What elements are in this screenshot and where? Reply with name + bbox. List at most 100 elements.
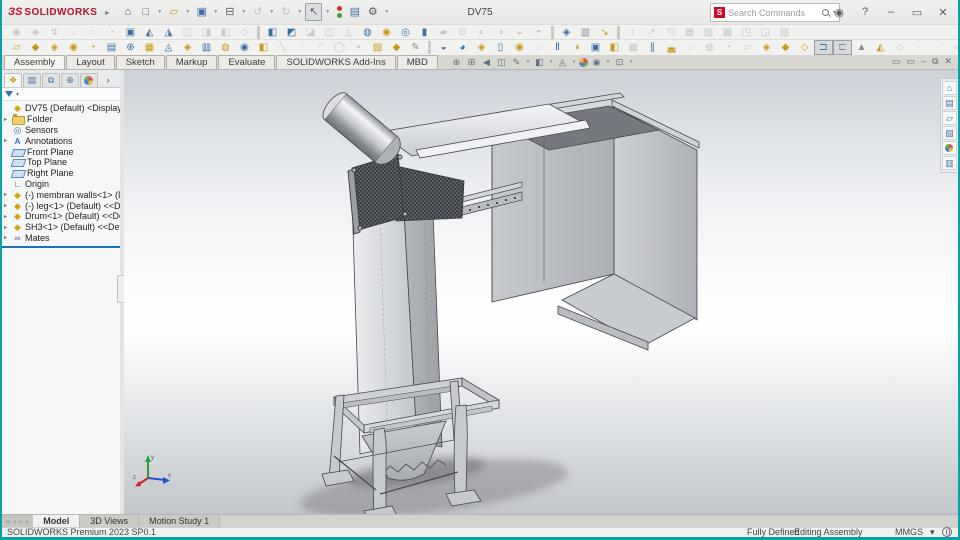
dimxpertmanager-tab-icon[interactable]: ⊕ — [61, 73, 79, 87]
tool-icon[interactable]: ▨ — [368, 40, 387, 55]
command-tab[interactable]: MBD — [397, 55, 438, 69]
tool-icon[interactable]: ◦ — [349, 40, 368, 55]
dropdown-caret[interactable]: ▾ — [628, 56, 634, 68]
tool-icon[interactable]: ⊐ — [814, 40, 833, 55]
close-button[interactable]: ✕ — [932, 6, 954, 19]
tool-icon[interactable]: ◇ — [795, 40, 814, 55]
dropdown-caret[interactable]: ▾ — [267, 3, 276, 21]
command-tab[interactable]: Assembly — [4, 55, 65, 69]
tool-icon[interactable]: ✎ — [406, 40, 425, 55]
taskpane-custom-properties-icon[interactable]: ▥ — [942, 156, 957, 170]
tool-icon[interactable]: ◌ — [83, 25, 102, 40]
units-label[interactable]: MMGS — [895, 527, 923, 537]
tool-icon[interactable]: ◔ — [719, 40, 738, 55]
pane-tabs-overflow-icon[interactable]: › — [99, 73, 117, 87]
file-properties-icon[interactable]: ▤ — [346, 3, 363, 21]
tool-icon[interactable]: ▯ — [491, 40, 510, 55]
tool-icon[interactable]: ╲ — [273, 40, 292, 55]
cad-model[interactable] — [124, 70, 958, 515]
tool-icon[interactable]: ↯ — [45, 25, 64, 40]
tool-icon[interactable]: ∥ — [643, 40, 662, 55]
tool-icon[interactable]: ◫ — [320, 25, 339, 40]
tree-filter-row[interactable]: ▾ — [2, 88, 120, 101]
tool-icon[interactable]: ◉ — [377, 25, 396, 40]
tool-icon[interactable]: ◧ — [254, 40, 273, 55]
configurationmanager-tab-icon[interactable]: ⧉ — [42, 73, 60, 87]
zoom-to-fit-icon[interactable]: ⊕ — [450, 56, 463, 68]
tool-icon[interactable]: · — [909, 40, 928, 55]
tool-icon[interactable]: ◜ — [311, 40, 330, 55]
tool-icon[interactable]: ◔ — [83, 40, 102, 55]
displaymanager-tab-icon[interactable] — [80, 73, 98, 87]
search-box[interactable]: S Search Commands ▾ — [710, 3, 840, 22]
doc-minimize-icon[interactable]: – — [921, 56, 926, 67]
tool-icon[interactable]: ⊏ — [833, 40, 852, 55]
tool-icon[interactable] — [257, 26, 260, 39]
tool-icon[interactable]: ⊖ — [453, 25, 472, 40]
dropdown-caret[interactable]: ▾ — [525, 56, 531, 68]
dropdown-caret[interactable]: ▾ — [571, 56, 577, 68]
tool-icon[interactable]: ▤ — [102, 40, 121, 55]
tool-icon[interactable] — [428, 41, 431, 54]
tool-icon[interactable]: ◌ — [529, 40, 548, 55]
dropdown-caret[interactable]: ▾ — [211, 3, 220, 21]
rebuild-traffic-light-icon[interactable] — [333, 3, 345, 21]
tool-icon[interactable]: ◈ — [45, 40, 64, 55]
undo-icon[interactable]: ↺ — [249, 3, 266, 21]
tool-icon[interactable]: ↘ — [595, 25, 614, 40]
save-icon[interactable]: ▣ — [193, 3, 210, 21]
tool-icon[interactable]: ◉ — [64, 40, 83, 55]
taskpane-file-explorer-icon[interactable]: ▱ — [942, 111, 957, 125]
dropdown-caret[interactable]: ▾ — [295, 3, 304, 21]
tool-icon[interactable]: ▥ — [197, 40, 216, 55]
filter-funnel-icon[interactable] — [5, 91, 13, 97]
tool-icon[interactable]: ◈ — [557, 25, 576, 40]
tree-item[interactable]: ▸ Annotations — [2, 135, 120, 146]
tool-icon[interactable]: ◧ — [216, 25, 235, 40]
tree-item[interactable]: DV75 (Default) <Display State-1> — [2, 103, 120, 114]
tool-icon[interactable]: ↑ — [623, 25, 642, 40]
tree-item[interactable]: Front Plane — [2, 146, 120, 157]
tool-icon[interactable]: ◬ — [339, 25, 358, 40]
globe-icon[interactable] — [942, 527, 952, 537]
tool-icon[interactable]: ◉ — [7, 25, 26, 40]
doc-restore-down-icon[interactable]: ⧉ — [932, 56, 938, 67]
featuremanager-tab-icon[interactable]: ❖ — [4, 73, 22, 87]
tree-item[interactable]: ▸ Mates — [2, 233, 120, 244]
tree-item[interactable]: Origin — [2, 179, 120, 190]
graphics-viewport[interactable]: y x z ⌂▤▱▨▥ — [124, 70, 958, 515]
tool-icon[interactable]: ▰ — [434, 25, 453, 40]
command-tab[interactable]: Markup — [166, 55, 218, 69]
options-icon[interactable]: ⚙ — [364, 3, 381, 21]
tab-scroll-prev-icon[interactable]: ‹ — [13, 517, 16, 526]
help-icon[interactable]: ? — [854, 6, 876, 18]
tool-icon[interactable]: ▧ — [699, 25, 718, 40]
tool-icon[interactable]: ◕ — [453, 40, 472, 55]
tool-icon[interactable]: ◳ — [737, 25, 756, 40]
tool-icon[interactable]: ◈ — [178, 40, 197, 55]
command-tab[interactable]: Evaluate — [218, 55, 275, 69]
tool-icon[interactable]: · — [292, 40, 311, 55]
search-input[interactable]: Search Commands — [728, 8, 821, 18]
tool-icon[interactable]: ◇ — [890, 40, 909, 55]
redo-icon[interactable]: ↻ — [277, 3, 294, 21]
tool-icon[interactable]: ▣ — [121, 25, 140, 40]
dropdown-caret[interactable]: ▾ — [605, 56, 611, 68]
tool-icon[interactable]: ◯ — [330, 40, 349, 55]
expand-arrow-icon[interactable]: ▸ — [4, 213, 12, 220]
previous-view-icon[interactable]: ◀ — [480, 56, 493, 68]
doc-close-icon[interactable]: ✕ — [944, 56, 952, 67]
taskpane-view-palette-icon[interactable]: ▨ — [942, 126, 957, 140]
tree-item[interactable]: ▸ (-) membran walls<1> (Default) < — [2, 189, 120, 200]
apply-scene-icon[interactable]: ◉ — [590, 56, 603, 68]
tool-icon[interactable]: ▮ — [415, 25, 434, 40]
edit-appearance-icon[interactable] — [579, 58, 588, 67]
tool-icon[interactable]: ◇ — [235, 25, 254, 40]
tool-icon[interactable]: ◑ — [491, 25, 510, 40]
tool-icon[interactable]: ◍ — [358, 25, 377, 40]
tool-icon[interactable]: ◉ — [235, 40, 254, 55]
tool-icon[interactable]: ◹ — [661, 25, 680, 40]
section-view-icon[interactable]: ◫ — [495, 56, 508, 68]
tree-item[interactable]: ▸ Folder — [2, 114, 120, 125]
tool-icon[interactable]: ▦ — [140, 40, 159, 55]
